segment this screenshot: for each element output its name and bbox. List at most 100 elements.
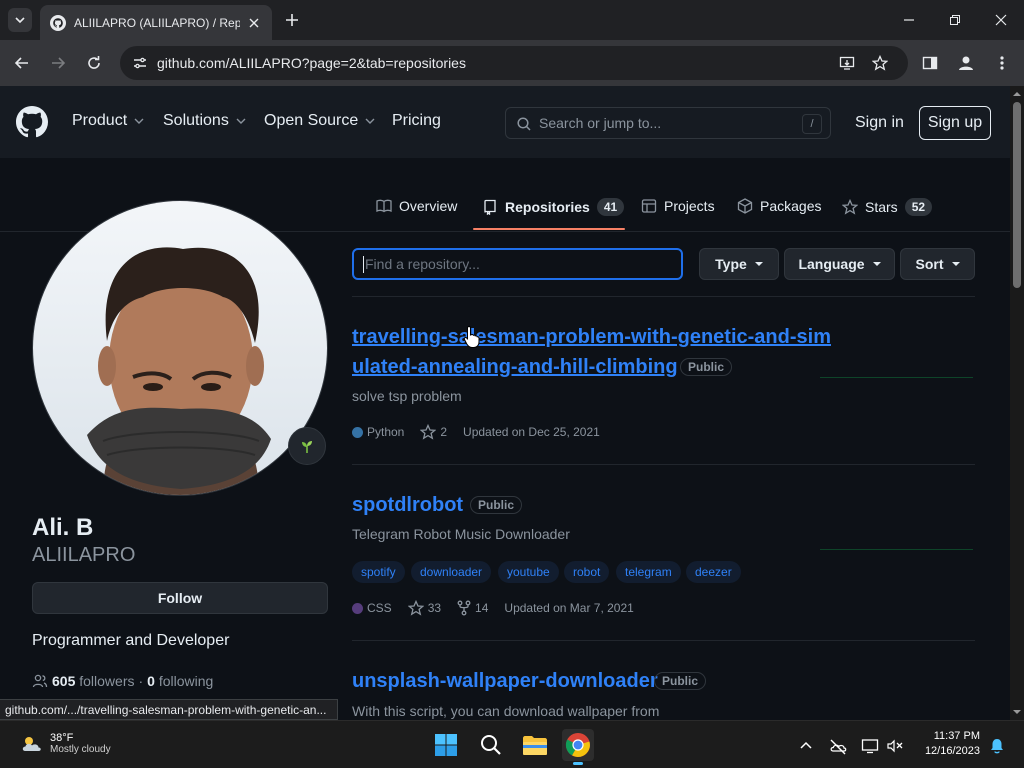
display-icon[interactable]: [861, 737, 879, 755]
follow-button[interactable]: Follow: [32, 582, 328, 614]
restore-button[interactable]: [932, 0, 978, 40]
minimize-button[interactable]: [886, 0, 932, 40]
repo-meta: CSS 33 14 Updated on Mar 7, 2021: [352, 600, 650, 616]
nav-open-source-label: Open Source: [264, 112, 359, 129]
reload-button[interactable]: [82, 51, 106, 75]
bookmark-star-icon[interactable]: [872, 55, 888, 71]
repo-name-link[interactable]: unsplash-wallpaper-downloader: [352, 670, 658, 693]
nav-solutions[interactable]: Solutions: [163, 112, 247, 130]
file-explorer-button[interactable]: [519, 729, 551, 761]
weather-widget[interactable]: 38°F Mostly cloudy: [20, 732, 111, 755]
github-logo-icon[interactable]: [16, 106, 48, 138]
following-link[interactable]: 0 following: [147, 673, 213, 689]
avatar[interactable]: [32, 200, 328, 496]
topic-tag[interactable]: deezer: [686, 561, 741, 583]
sort-button[interactable]: Sort: [900, 248, 975, 280]
package-icon: [737, 198, 753, 214]
tab-projects[interactable]: Projects: [641, 198, 715, 214]
tab-search-button[interactable]: [8, 8, 32, 32]
kebab-menu-icon: [1000, 56, 1004, 70]
folder-icon: [523, 736, 547, 755]
chevron-down-icon: [15, 17, 25, 24]
tab-repositories-label: Repositories: [505, 199, 590, 215]
visibility-badge: Public: [654, 672, 707, 690]
network-sound-icon[interactable]: [886, 737, 904, 755]
repo-updated: Updated on Dec 25, 2021: [463, 425, 600, 439]
close-window-button[interactable]: [978, 0, 1024, 40]
repo-updated: Updated on Mar 7, 2021: [504, 601, 634, 615]
topic-tag[interactable]: robot: [564, 561, 610, 583]
side-panel-button[interactable]: [918, 51, 942, 75]
language-filter-button[interactable]: Language: [784, 248, 895, 280]
topic-tag[interactable]: telegram: [616, 561, 681, 583]
repo-stars-link[interactable]: 33: [407, 600, 441, 616]
nav-pricing[interactable]: Pricing: [392, 112, 441, 130]
tab-repositories[interactable]: Repositories 41: [482, 198, 625, 216]
sign-up-button[interactable]: Sign up: [919, 106, 991, 140]
new-tab-icon[interactable]: [282, 10, 302, 30]
stars-count: 2: [440, 425, 448, 439]
topic-tag[interactable]: youtube: [498, 561, 559, 583]
repo-stars-link[interactable]: 2: [420, 424, 447, 440]
topic-tag[interactable]: downloader: [411, 561, 492, 583]
fork-icon: [457, 600, 471, 616]
followers-link[interactable]: 605 followers: [52, 673, 135, 689]
browser-tab-active[interactable]: ALIILAPRO (ALIILAPRO) / Repos: [40, 5, 272, 40]
site-info-icon[interactable]: [132, 55, 148, 71]
notification-bell-icon[interactable]: [988, 737, 1006, 755]
nav-product-label: Product: [72, 112, 128, 129]
table-icon: [641, 199, 657, 213]
close-icon: [995, 14, 1007, 26]
type-filter-button[interactable]: Type: [699, 248, 779, 280]
search-box[interactable]: Search or jump to... /: [505, 107, 831, 139]
chrome-taskbar-button[interactable]: [562, 729, 594, 765]
type-filter-label: Type: [715, 256, 747, 272]
chrome-icon: [565, 733, 590, 757]
clock-time: 11:37 PM: [933, 730, 980, 742]
topic-tag[interactable]: spotify: [352, 561, 405, 583]
find-repository-placeholder: Find a repository...: [365, 256, 480, 272]
chevron-down-icon: [236, 118, 246, 124]
star-icon: [842, 199, 858, 215]
install-app-icon[interactable]: [839, 55, 855, 71]
link-status-bubble: github.com/.../travelling-salesman-probl…: [0, 699, 338, 720]
search-icon: [517, 117, 531, 131]
taskbar-search-button[interactable]: [475, 729, 507, 761]
back-button[interactable]: [10, 51, 34, 75]
sort-label: Sort: [915, 256, 944, 272]
sign-in-link[interactable]: Sign in: [855, 114, 904, 132]
tab-close-icon[interactable]: [246, 15, 262, 31]
scroll-up-arrow-icon[interactable]: [1010, 88, 1024, 100]
repo-name-link-continued[interactable]: ulated-annealing-and-hill-climbing: [352, 356, 678, 379]
system-clock[interactable]: 11:37 PM 12/16/2023: [916, 729, 980, 759]
repo-name-link[interactable]: travelling-salesman-problem-with-genetic…: [352, 326, 831, 349]
repo-language: CSS: [352, 601, 392, 615]
tab-packages[interactable]: Packages: [737, 198, 821, 214]
address-bar[interactable]: github.com/ALIILAPRO?page=2&tab=reposito…: [120, 46, 908, 80]
star-icon: [407, 600, 424, 616]
browser-menu-button[interactable]: [990, 51, 1014, 75]
nav-open-source[interactable]: Open Source: [264, 112, 376, 130]
nav-pricing-label: Pricing: [392, 112, 441, 129]
repo-name-link[interactable]: spotdlrobot: [352, 494, 463, 517]
page-scrollbar[interactable]: [1010, 86, 1024, 720]
weather-temperature: 38°F: [50, 732, 74, 744]
profile-icon: [959, 56, 973, 70]
weather-description: Mostly cloudy: [50, 744, 111, 755]
scrollbar-thumb[interactable]: [1013, 102, 1021, 288]
profile-button[interactable]: [954, 51, 978, 75]
chevron-up-icon[interactable]: [797, 737, 815, 755]
find-repository-input[interactable]: Find a repository...: [352, 248, 683, 280]
start-button[interactable]: [430, 729, 462, 761]
nav-product[interactable]: Product: [72, 112, 145, 130]
tab-projects-label: Projects: [664, 198, 715, 214]
tab-stars[interactable]: Stars 52: [842, 198, 933, 216]
forward-button[interactable]: [46, 51, 70, 75]
onedrive-offline-icon[interactable]: [829, 737, 847, 755]
status-emoji-button[interactable]: [288, 427, 326, 465]
tab-overview[interactable]: Overview: [376, 198, 457, 214]
star-icon: [420, 424, 437, 440]
scroll-down-arrow-icon[interactable]: [1010, 706, 1024, 718]
repo-forks-link[interactable]: 14: [457, 600, 488, 616]
language-label: CSS: [367, 601, 392, 615]
